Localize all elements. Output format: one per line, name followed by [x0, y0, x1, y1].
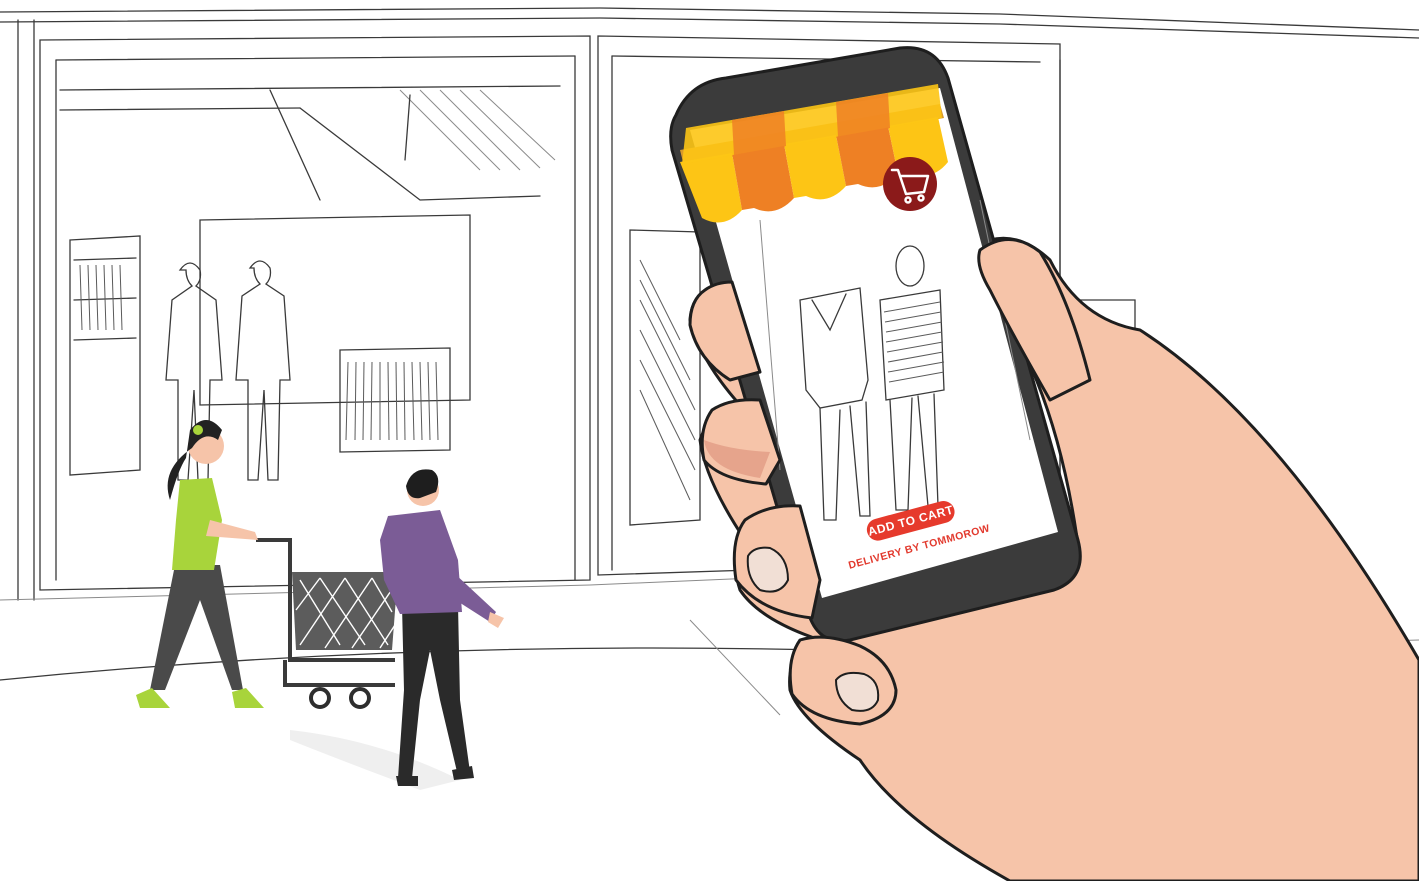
- cart-badge-button[interactable]: [883, 157, 937, 211]
- shopping-cart: [256, 538, 398, 709]
- man-shopper: [380, 469, 504, 786]
- illustration-scene: ADD TO CART DELIVERY BY TOMMOROW: [0, 7, 1419, 881]
